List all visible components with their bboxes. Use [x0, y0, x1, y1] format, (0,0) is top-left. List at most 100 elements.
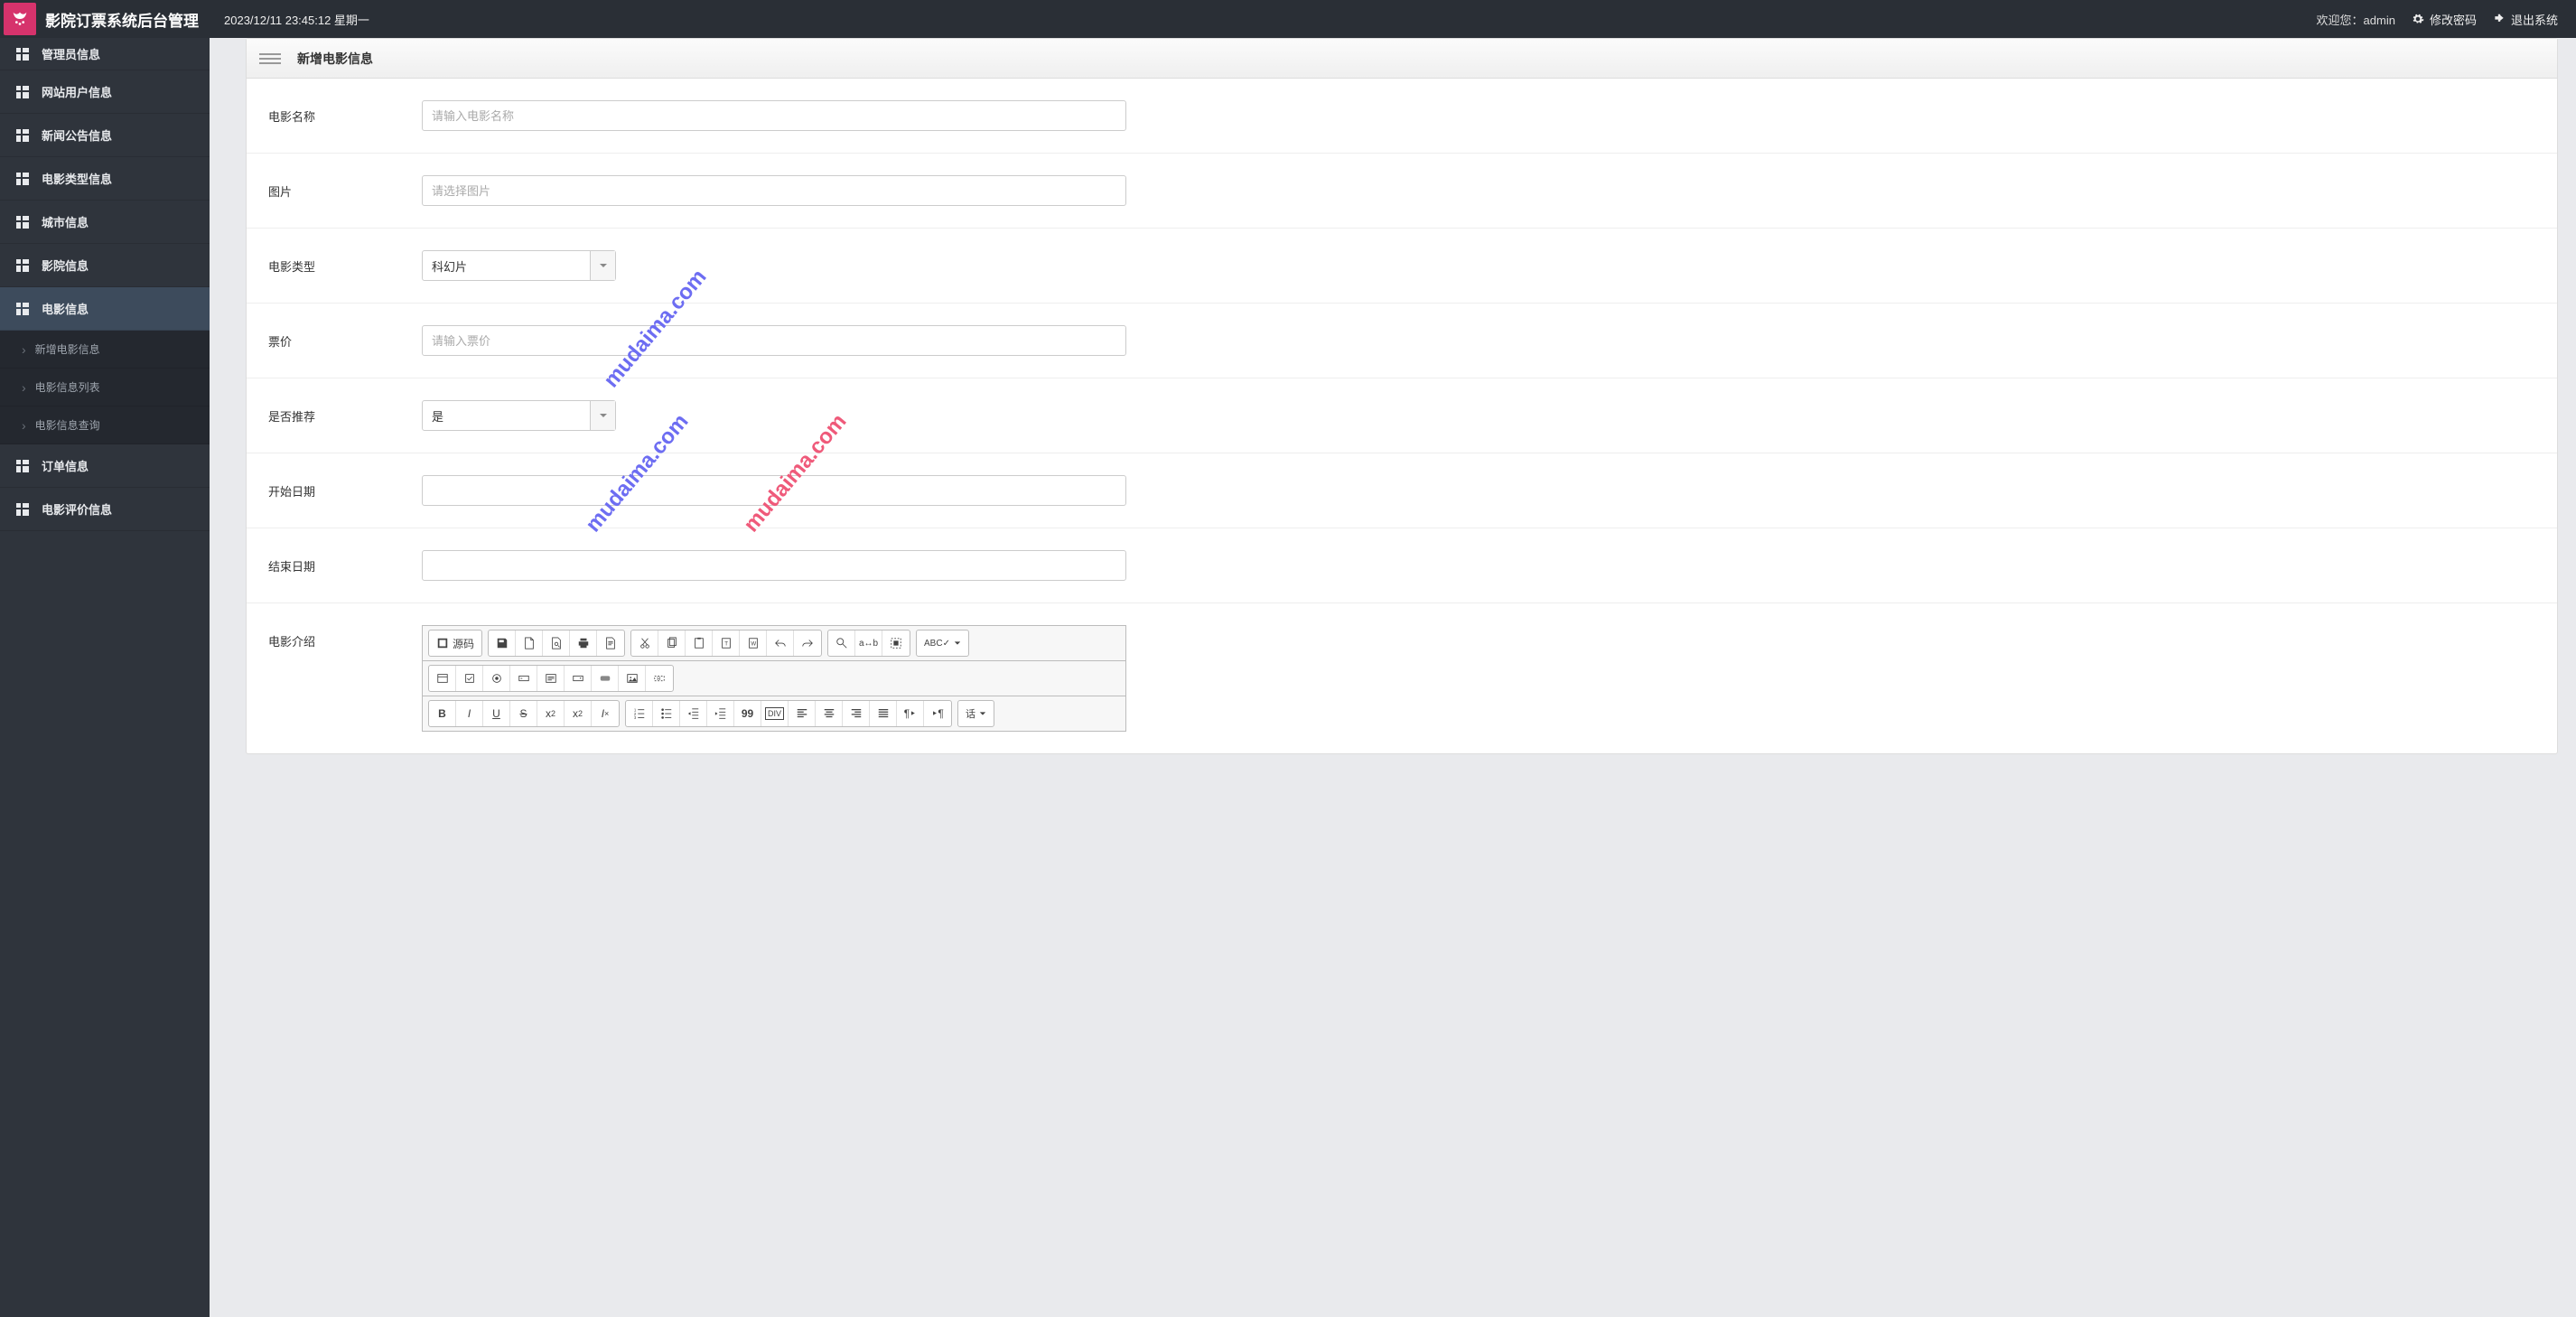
label-end-date: 结束日期: [268, 550, 422, 574]
movie-name-input[interactable]: [422, 100, 1126, 131]
superscript-icon[interactable]: x2: [565, 701, 592, 726]
paste-word-icon[interactable]: W: [740, 630, 767, 656]
grid-icon: [16, 259, 29, 272]
print-icon[interactable]: [570, 630, 597, 656]
image-input[interactable]: [422, 175, 1126, 206]
recommend-select[interactable]: 是: [422, 400, 616, 431]
numbered-list-icon[interactable]: 123: [626, 701, 653, 726]
chevron-down-icon: [590, 251, 615, 280]
bullet-list-icon[interactable]: [653, 701, 680, 726]
sidebar-item-order-info[interactable]: 订单信息: [0, 444, 210, 488]
select-field-icon[interactable]: [565, 666, 592, 691]
logo-icon: [4, 3, 36, 35]
indent-icon[interactable]: [707, 701, 734, 726]
source-button[interactable]: 源码: [429, 630, 481, 656]
svg-text:T: T: [724, 641, 728, 648]
form-panel: 新增电影信息 电影名称 图片 电影类型 科幻片 票: [246, 38, 2558, 754]
subscript-icon[interactable]: x2: [537, 701, 565, 726]
cut-icon[interactable]: [631, 630, 658, 656]
form-icon[interactable]: [429, 666, 456, 691]
start-date-input[interactable]: [422, 475, 1126, 506]
grid-icon: [16, 216, 29, 229]
underline-icon[interactable]: U: [483, 701, 510, 726]
editor-toolbar-row-3: B I U S x2 x2 I× 123: [423, 696, 1125, 731]
paste-text-icon[interactable]: T: [713, 630, 740, 656]
preview-icon[interactable]: [543, 630, 570, 656]
ltr-icon[interactable]: ¶‣: [897, 701, 924, 726]
find-icon[interactable]: [828, 630, 855, 656]
svg-text:W: W: [751, 641, 756, 648]
label-movie-name: 电影名称: [268, 100, 422, 125]
textarea-icon[interactable]: [537, 666, 565, 691]
checkbox-icon[interactable]: [456, 666, 483, 691]
logout-icon: [2493, 13, 2506, 25]
image-button-icon[interactable]: [619, 666, 646, 691]
welcome-text: 欢迎您：admin: [2317, 11, 2395, 28]
logout-button[interactable]: 退出系统: [2493, 11, 2558, 28]
panel-header: 新增电影信息: [247, 39, 2557, 79]
menu-icon[interactable]: [259, 53, 281, 64]
sidebar-item-city-info[interactable]: 城市信息: [0, 201, 210, 244]
bold-icon[interactable]: B: [429, 701, 456, 726]
paste-icon[interactable]: [686, 630, 713, 656]
sidebar-item-site-user-info[interactable]: 网站用户信息: [0, 70, 210, 114]
redo-icon[interactable]: [794, 630, 821, 656]
end-date-input[interactable]: [422, 550, 1126, 581]
div-icon[interactable]: DIV: [761, 701, 789, 726]
strike-icon[interactable]: S: [510, 701, 537, 726]
save-icon[interactable]: [489, 630, 516, 656]
editor-toolbar-row-1: 源码: [423, 626, 1125, 661]
remove-format-icon[interactable]: I×: [592, 701, 619, 726]
grid-icon: [16, 129, 29, 142]
blockquote-icon[interactable]: 99: [734, 701, 761, 726]
align-right-icon[interactable]: [843, 701, 870, 726]
svg-text:3: 3: [633, 715, 636, 720]
label-start-date: 开始日期: [268, 475, 422, 500]
label-movie-type: 电影类型: [268, 250, 422, 275]
radio-icon[interactable]: [483, 666, 510, 691]
chevron-down-icon: [590, 401, 615, 430]
sidebar-item-admin-info[interactable]: 管理员信息: [0, 38, 210, 70]
hidden-field-icon[interactable]: H: [646, 666, 673, 691]
price-input[interactable]: [422, 325, 1126, 356]
align-center-icon[interactable]: [816, 701, 843, 726]
templates-icon[interactable]: [597, 630, 624, 656]
sidebar-item-review-info[interactable]: 电影评价信息: [0, 488, 210, 531]
sidebar-item-movie-info[interactable]: 电影信息: [0, 287, 210, 331]
datetime: 2023/12/11 23:45:12 星期一: [224, 11, 369, 28]
sidebar-sub-add-movie[interactable]: 新增电影信息: [0, 331, 210, 369]
align-justify-icon[interactable]: [870, 701, 897, 726]
top-header: 影院订票系统后台管理 2023/12/11 23:45:12 星期一 欢迎您：a…: [0, 0, 2576, 38]
movie-type-select[interactable]: 科幻片: [422, 250, 616, 281]
button-field-icon[interactable]: [592, 666, 619, 691]
italic-icon[interactable]: I: [456, 701, 483, 726]
undo-icon[interactable]: [767, 630, 794, 656]
align-left-icon[interactable]: [789, 701, 816, 726]
grid-icon: [16, 173, 29, 185]
sidebar: 管理员信息 网站用户信息 新闻公告信息 电影类型信息 城市信息 影院信息 电影信…: [0, 38, 210, 1317]
change-password-button[interactable]: 修改密码: [2412, 11, 2477, 28]
sidebar-sub-movie-list[interactable]: 电影信息列表: [0, 369, 210, 406]
grid-icon: [16, 48, 29, 61]
spellcheck-icon[interactable]: ABC✓: [917, 630, 968, 656]
gear-icon: [2412, 13, 2424, 25]
editor-toolbar-row-2: H: [423, 661, 1125, 696]
grid-icon: [16, 303, 29, 315]
textfield-icon[interactable]: [510, 666, 537, 691]
grid-icon: [16, 460, 29, 472]
panel-title: 新增电影信息: [297, 50, 373, 68]
app-title: 影院订票系统后台管理: [45, 8, 199, 31]
language-icon[interactable]: 话: [958, 701, 994, 726]
sidebar-item-movie-type-info[interactable]: 电影类型信息: [0, 157, 210, 201]
new-page-icon[interactable]: [516, 630, 543, 656]
sidebar-item-news-info[interactable]: 新闻公告信息: [0, 114, 210, 157]
select-all-icon[interactable]: [882, 630, 910, 656]
rtl-icon[interactable]: ‣¶: [924, 701, 951, 726]
label-price: 票价: [268, 325, 422, 350]
main-content: 新增电影信息 电影名称 图片 电影类型 科幻片 票: [210, 38, 2576, 1317]
sidebar-item-cinema-info[interactable]: 影院信息: [0, 244, 210, 287]
sidebar-sub-movie-search[interactable]: 电影信息查询: [0, 406, 210, 444]
outdent-icon[interactable]: [680, 701, 707, 726]
replace-icon[interactable]: a↔b: [855, 630, 882, 656]
copy-icon[interactable]: [658, 630, 686, 656]
